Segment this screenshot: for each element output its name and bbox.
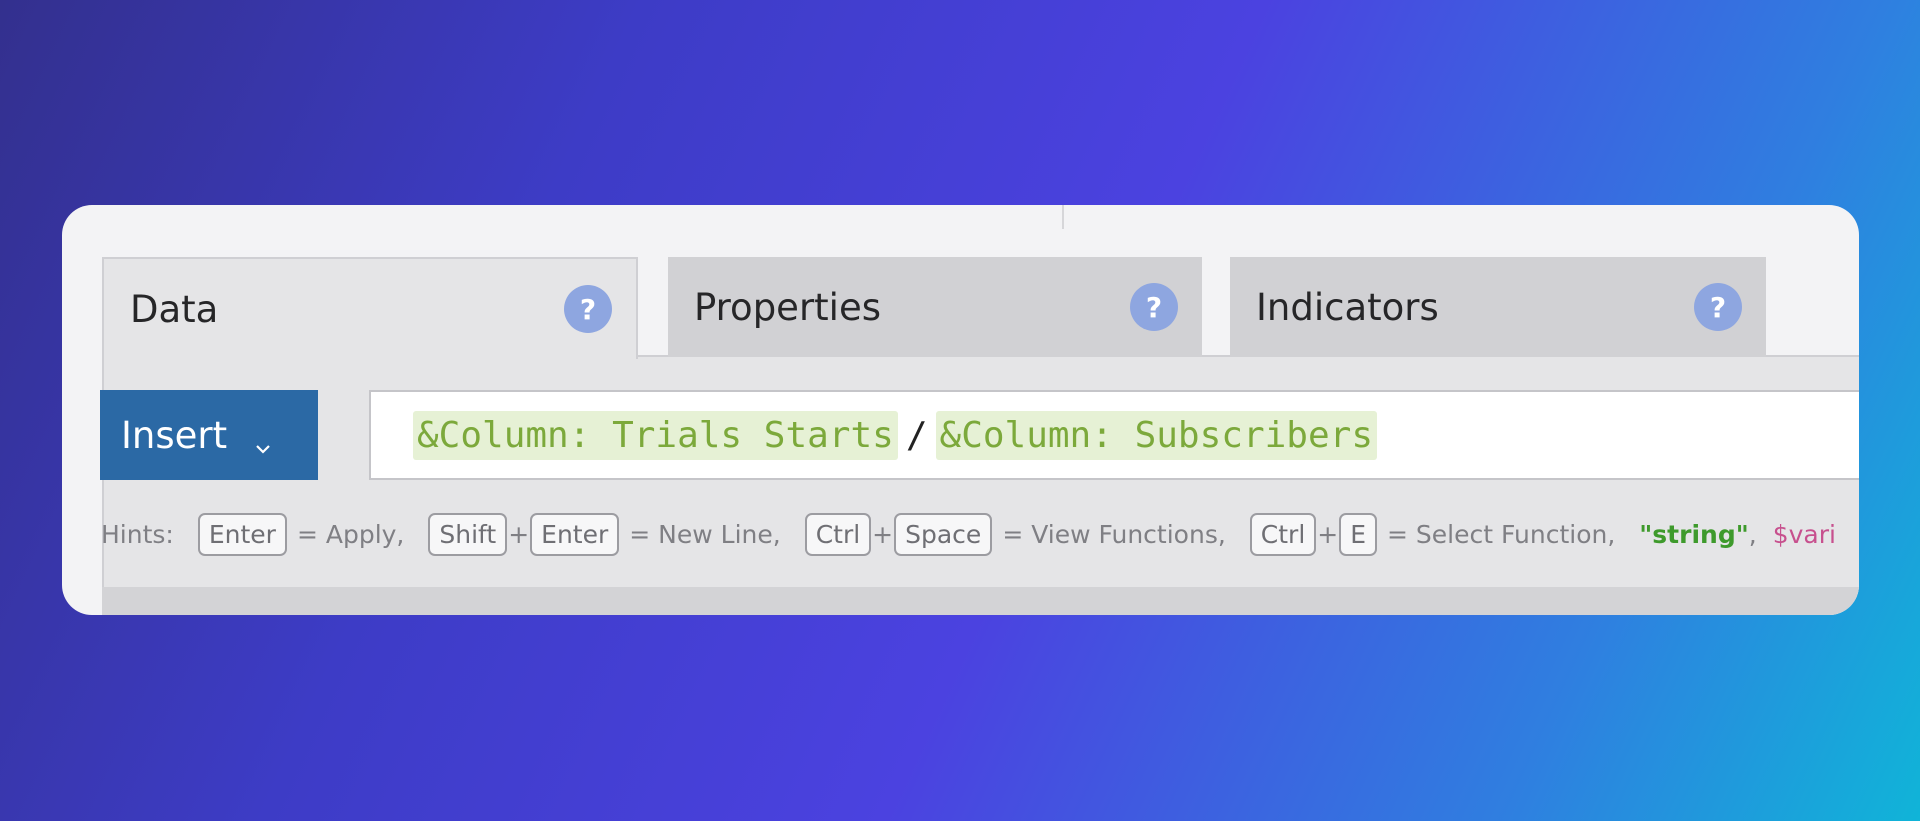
tab-properties-label: Properties [694, 285, 881, 329]
divider [1062, 205, 1064, 229]
help-icon[interactable]: ? [1130, 283, 1178, 331]
tab-data[interactable]: Data ? [102, 257, 638, 359]
tab-indicators-label: Indicators [1256, 285, 1439, 329]
plus-sign: + [1317, 519, 1339, 549]
hint-new-line: = New Line, [629, 519, 781, 549]
hints-bar: Hints: Enter = Apply, Shift + Enter = Ne… [101, 508, 1836, 560]
help-icon[interactable]: ? [1694, 283, 1742, 331]
plus-sign: + [872, 519, 894, 549]
chevron-down-icon [255, 423, 271, 454]
lower-panel [102, 587, 1859, 615]
plus-sign: + [508, 519, 530, 549]
formula-editor-card: Data ? Properties ? Indicators ? Insert … [62, 205, 1859, 615]
key-ctrl: Ctrl [804, 512, 872, 556]
formula-input[interactable]: &Column: Trials Starts / &Column: Subscr… [369, 390, 1859, 480]
tab-data-label: Data [130, 287, 219, 331]
key-enter: Enter [530, 512, 620, 556]
tab-indicators[interactable]: Indicators ? [1230, 257, 1766, 357]
key-ctrl: Ctrl [1249, 512, 1317, 556]
column-token[interactable]: &Column: Trials Starts [413, 410, 898, 460]
key-space: Space [894, 512, 993, 556]
hint-variable: $vari [1772, 519, 1836, 549]
key-enter: Enter [197, 512, 287, 556]
hints-label: Hints: [101, 519, 174, 549]
insert-button-label: Insert [121, 413, 228, 457]
hint-apply: = Apply, [296, 519, 405, 549]
insert-button[interactable]: Insert [100, 390, 318, 480]
hint-select-function: = Select Function, [1387, 519, 1616, 549]
hint-view-functions: = View Functions, [1002, 519, 1226, 549]
column-token[interactable]: &Column: Subscribers [935, 410, 1377, 460]
hint-string: "string" [1639, 519, 1749, 549]
key-shift: Shift [428, 512, 508, 556]
operator: / [905, 414, 928, 456]
key-e: E [1339, 512, 1378, 556]
hint-comma: , [1748, 519, 1757, 549]
help-icon[interactable]: ? [564, 285, 612, 333]
tab-properties[interactable]: Properties ? [668, 257, 1202, 357]
